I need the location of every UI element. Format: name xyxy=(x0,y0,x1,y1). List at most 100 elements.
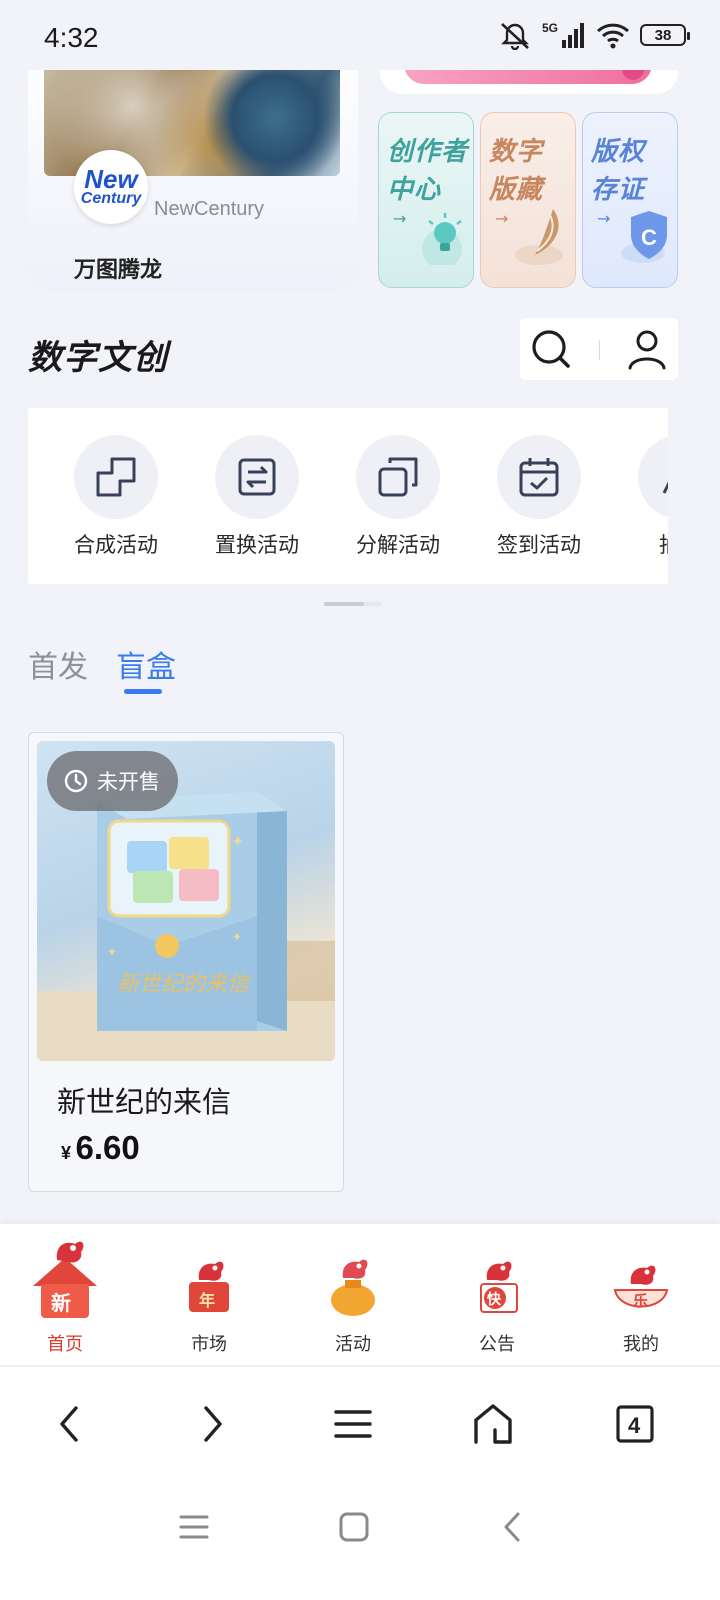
system-navigation-bar xyxy=(0,1477,720,1600)
recents-icon xyxy=(179,1515,209,1539)
status-bar: 4:32 5G 38 xyxy=(0,0,720,70)
activity-icon-wrap xyxy=(497,435,581,519)
tile-label-line1: 数字 xyxy=(489,137,544,167)
sale-status-tag: 未开售 xyxy=(47,751,178,811)
nav-activity[interactable]: 活动 xyxy=(298,1234,408,1356)
product-name: 新世纪的来信 xyxy=(57,1085,232,1119)
nav-label: 首页 xyxy=(47,1334,83,1355)
svg-text:✦: ✦ xyxy=(107,945,117,959)
hamburger-menu-icon xyxy=(334,1410,372,1438)
exchange-icon xyxy=(238,458,276,496)
digital-collection-tile[interactable]: 数字 版藏 → xyxy=(480,112,576,288)
tab-first-release[interactable]: 首发 xyxy=(28,642,88,686)
user-icon xyxy=(628,330,666,370)
price-value: 6.60 xyxy=(75,1129,140,1166)
sale-status-text: 未开售 xyxy=(97,770,160,794)
battery-indicator: 38 xyxy=(640,24,690,46)
tab-count-icon: 4 xyxy=(616,1405,654,1443)
activity-icon-wrap xyxy=(215,435,299,519)
recent-apps-button[interactable] xyxy=(172,1505,216,1549)
tab-blind-box[interactable]: 盲盒 xyxy=(116,642,176,686)
activity-icon-wrap xyxy=(356,435,440,519)
activity-split[interactable]: 分解活动 xyxy=(348,435,448,559)
merge-icon xyxy=(96,457,136,497)
feather-icon xyxy=(515,209,563,265)
mute-bell-icon xyxy=(501,23,529,50)
profile-button[interactable] xyxy=(624,326,670,372)
activity-merge[interactable]: 合成活动 xyxy=(66,435,166,559)
nav-market[interactable]: 年 市场 xyxy=(154,1234,264,1356)
nav-badge: 新 xyxy=(51,1291,71,1315)
box-caption: 新世纪的来信 xyxy=(117,972,252,997)
header-tools xyxy=(520,318,678,380)
tile-label-line2: 中心 xyxy=(387,175,442,205)
nav-announcement[interactable]: 快 公告 xyxy=(442,1234,552,1356)
nav-badge: 年 xyxy=(199,1291,215,1310)
nav-badge: 快 xyxy=(487,1291,502,1308)
bottom-tab-bar: 新 首页 年 市场 活动 快 公告 乐 我的 xyxy=(0,1224,720,1366)
tile-label-line1: 版权 xyxy=(591,137,646,167)
system-home-button[interactable] xyxy=(332,1505,376,1549)
featured-banner[interactable]: New Century NewCentury 万图腾龙 xyxy=(28,40,358,290)
chevron-right-icon xyxy=(204,1406,222,1442)
tile-label-line2: 版藏 xyxy=(489,175,544,205)
network-type: 5G xyxy=(542,21,558,35)
svg-text:✦: ✦ xyxy=(232,930,242,944)
activity-label: 签到活动 xyxy=(497,533,581,557)
nav-label: 公告 xyxy=(479,1334,515,1355)
product-card[interactable]: 新世纪的来信 ✦ ✦ ✦ 未开售 新世纪的来信 ¥ 6.60 xyxy=(28,732,344,1192)
browser-toolbar: 4 xyxy=(0,1367,720,1477)
activity-shortcuts: 合成活动 置换活动 分解活动 签到活动 xyxy=(28,408,668,584)
back-button[interactable] xyxy=(44,1399,94,1449)
nav-home[interactable]: 新 首页 xyxy=(10,1234,120,1356)
product-image: 新世纪的来信 ✦ ✦ ✦ 未开售 xyxy=(37,741,335,1061)
product-price: ¥ 6.60 xyxy=(61,1129,140,1167)
banner-title: 万图腾龙 xyxy=(74,258,163,283)
activity-lucky-bag-icon xyxy=(331,1259,375,1316)
signal-5g-icon: 5G xyxy=(542,21,584,48)
nav-mine[interactable]: 乐 我的 xyxy=(586,1234,696,1356)
brand-name: NewCentury xyxy=(154,198,265,220)
status-icons: 5G 38 xyxy=(498,20,690,50)
tabs-button[interactable]: 4 xyxy=(610,1399,660,1449)
wifi-icon xyxy=(596,23,630,49)
activity-icon-wrap xyxy=(638,435,668,519)
section-title: 数字文创 xyxy=(28,338,168,378)
activity-checkin[interactable]: 签到活动 xyxy=(489,435,589,559)
split-icon xyxy=(378,457,418,497)
profile-horse-icon: 乐 xyxy=(613,1265,669,1310)
tile-label-line2: 存证 xyxy=(591,175,646,205)
svg-text:C: C xyxy=(641,225,657,250)
market-horse-icon: 年 xyxy=(189,1261,229,1312)
creator-center-tile[interactable]: 创作者 中心 → xyxy=(378,112,474,288)
copyright-certificate-tile[interactable]: 版权 存证 → C xyxy=(582,112,678,288)
status-time: 4:32 xyxy=(44,22,99,53)
svg-text:✦: ✦ xyxy=(232,834,244,850)
activity-lottery[interactable]: 抽奖 xyxy=(630,435,668,559)
nav-badge: 乐 xyxy=(633,1292,648,1310)
brand-logo: New Century xyxy=(74,150,148,224)
nav-label: 我的 xyxy=(623,1334,659,1355)
search-icon xyxy=(532,330,570,368)
active-tab-indicator xyxy=(124,689,162,694)
search-button[interactable] xyxy=(528,326,574,372)
shield-copyright-icon: C xyxy=(621,211,667,263)
activity-icon-wrap xyxy=(74,435,158,519)
activity-label: 置换活动 xyxy=(215,533,299,557)
lightbulb-icon xyxy=(422,213,462,265)
forward-button[interactable] xyxy=(188,1399,238,1449)
nav-label: 活动 xyxy=(335,1334,371,1355)
currency-symbol: ¥ xyxy=(61,1143,72,1163)
menu-button[interactable] xyxy=(328,1399,378,1449)
system-back-button[interactable] xyxy=(490,1505,534,1549)
divider xyxy=(599,340,600,360)
activity-label: 分解活动 xyxy=(356,533,440,557)
lottery-icon xyxy=(662,481,668,494)
tile-label-line1: 创作者 xyxy=(387,137,469,167)
activity-exchange[interactable]: 置换活动 xyxy=(207,435,307,559)
chevron-left-icon xyxy=(60,1406,78,1442)
scroll-indicator xyxy=(324,602,382,606)
home-button[interactable] xyxy=(468,1399,518,1449)
nav-label: 市场 xyxy=(191,1334,227,1355)
activity-label: 抽奖 xyxy=(630,529,668,559)
